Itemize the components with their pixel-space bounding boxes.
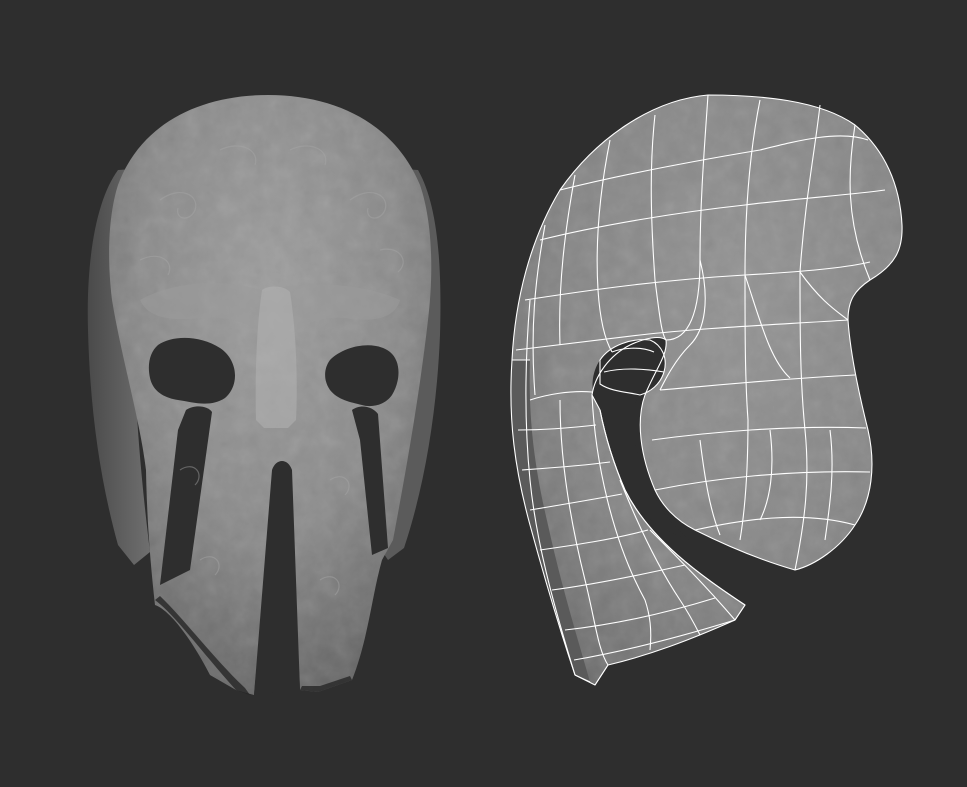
viewport-3d[interactable] [0,0,967,787]
viewport-canvas[interactable] [0,0,967,787]
helmet-front-nose-guard [255,286,297,428]
